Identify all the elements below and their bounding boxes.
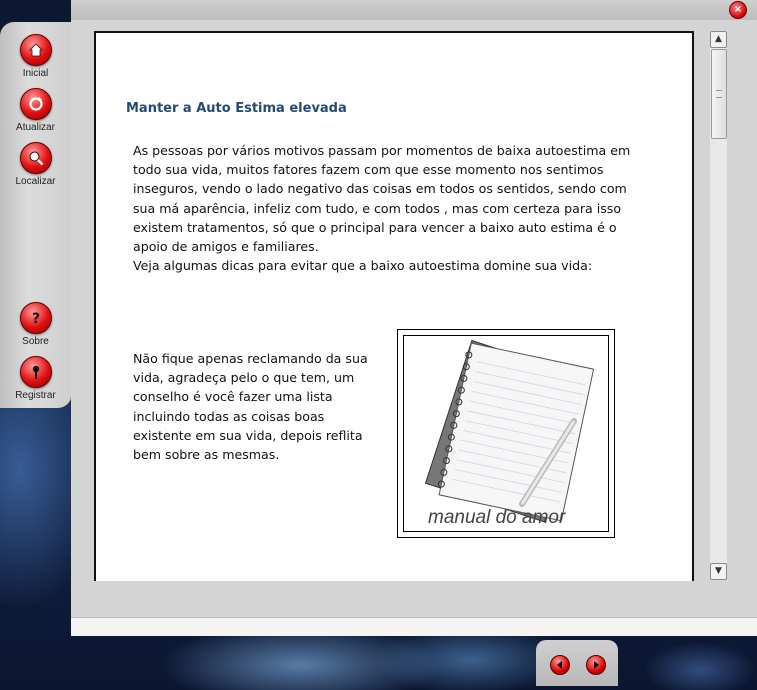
arrow-left-icon: [557, 661, 562, 669]
search-button[interactable]: Localizar: [0, 142, 71, 187]
notebook-image-frame: manual do amor: [403, 335, 609, 532]
search-icon: [19, 142, 52, 174]
about-label: Sobre: [22, 336, 49, 347]
title-bar: ×: [71, 0, 757, 20]
sidebar: Inicial Atualizar Localizar ? Sobre Regi…: [0, 22, 72, 408]
scroll-down-button[interactable]: ▼: [710, 563, 727, 580]
refresh-icon: [19, 88, 52, 120]
home-button[interactable]: Inicial: [0, 34, 71, 79]
home-icon: [19, 34, 52, 66]
status-strip: [71, 617, 757, 636]
home-label: Inicial: [22, 68, 49, 79]
intro-text-2: Veja algumas dicas para evitar que a bai…: [133, 258, 593, 274]
question-icon: ?: [19, 302, 52, 334]
scroll-up-button[interactable]: ▲: [710, 31, 727, 48]
refresh-button[interactable]: Atualizar: [0, 88, 71, 133]
register-button[interactable]: Registrar: [0, 356, 71, 401]
tip-paragraph: Não fique apenas reclamando da sua vida,…: [133, 351, 368, 463]
close-button[interactable]: ×: [729, 1, 747, 19]
content-area: Manter a Auto Estima elevada As pessoas …: [94, 31, 694, 581]
vertical-scrollbar[interactable]: ▲ ▼: [710, 31, 727, 580]
image-caption: manual do amor: [428, 507, 566, 528]
previous-button[interactable]: [550, 655, 570, 675]
next-button[interactable]: [586, 655, 606, 675]
svg-text:?: ?: [31, 311, 39, 327]
about-button[interactable]: ? Sobre: [0, 302, 71, 347]
notebook-image: manual do amor: [397, 329, 615, 538]
notebook-illustration: [424, 339, 595, 523]
page-navigation: [536, 640, 618, 686]
register-label: Registrar: [15, 390, 56, 401]
intro-text: As pessoas por vários motivos passam por…: [133, 143, 631, 255]
intro-paragraph: As pessoas por vários motivos passam por…: [133, 141, 653, 275]
arrow-right-icon: [594, 661, 599, 669]
refresh-label: Atualizar: [16, 122, 55, 133]
pin-icon: [19, 356, 52, 388]
page-title: Manter a Auto Estima elevada: [126, 101, 347, 116]
scroll-thumb[interactable]: [711, 49, 727, 139]
grip-icon: [716, 90, 722, 98]
search-label: Localizar: [15, 176, 56, 187]
